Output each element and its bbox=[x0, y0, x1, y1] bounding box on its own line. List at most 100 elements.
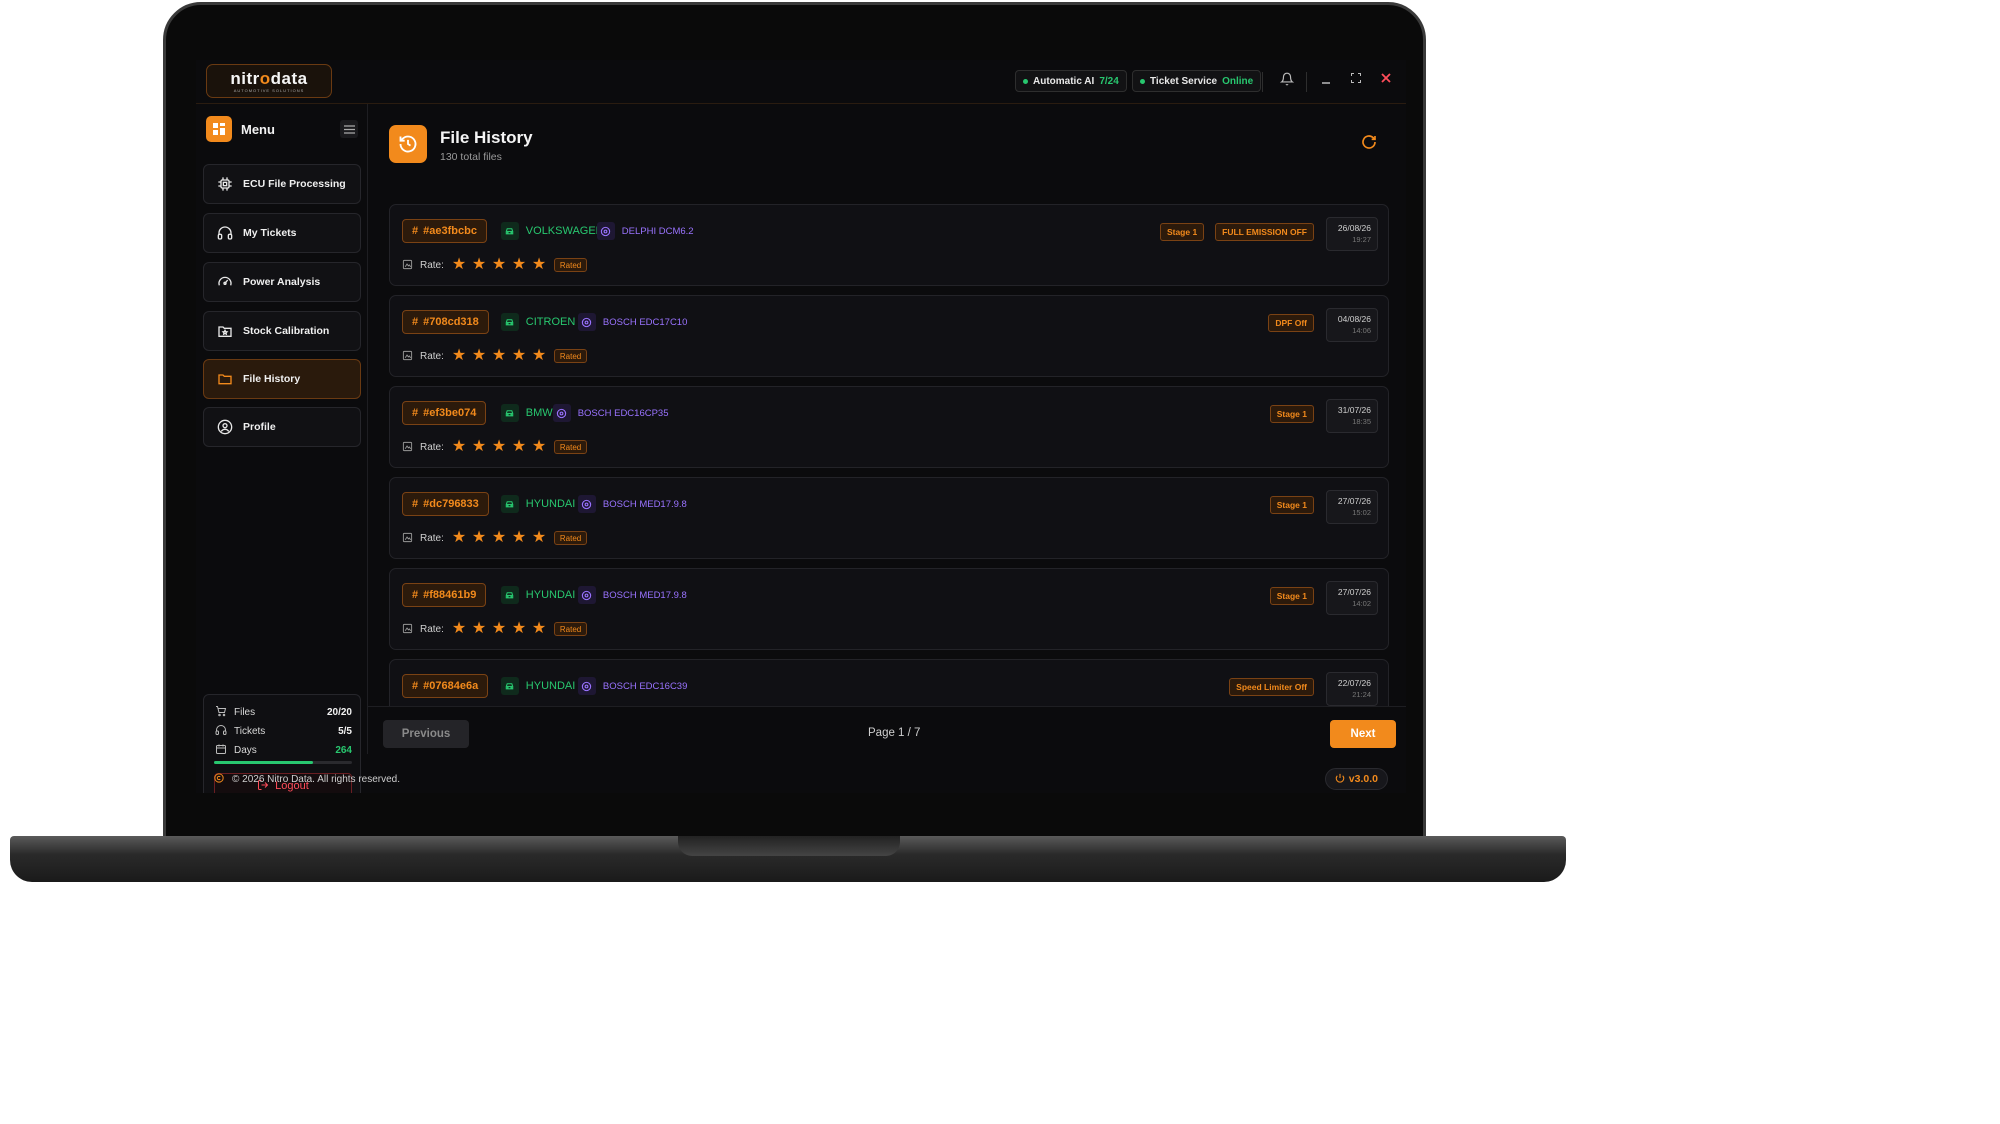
vehicle-brand: BMW bbox=[500, 403, 553, 423]
file-card[interactable]: # #ae3fbcbc VOLKSWAGEN DELPHI DCM6.2 FULL EM… bbox=[389, 204, 1389, 286]
star-icon[interactable]: ★ bbox=[512, 530, 528, 546]
app-logo: nitrodata AUTOMOTIVE SOLUTIONS bbox=[206, 64, 332, 98]
file-id-badge[interactable]: # #dc796833 bbox=[402, 492, 489, 516]
laptop-notch bbox=[678, 836, 900, 856]
refresh-icon[interactable] bbox=[1361, 134, 1379, 152]
ticket-service-value: Online bbox=[1222, 75, 1254, 87]
star-icon[interactable]: ★ bbox=[472, 439, 488, 455]
star-icon[interactable]: ★ bbox=[532, 530, 548, 546]
star-icon[interactable]: ★ bbox=[512, 348, 528, 364]
previous-button[interactable]: Previous bbox=[383, 720, 469, 748]
file-id-badge[interactable]: # #f88461b9 bbox=[402, 583, 487, 607]
page-subtitle: 130 total files bbox=[440, 151, 502, 163]
hamburger-icon[interactable] bbox=[340, 120, 358, 138]
file-id: #ae3fbcbc bbox=[423, 225, 477, 237]
file-date: 27/07/26 14:02 bbox=[1326, 581, 1378, 615]
nav-item-file-history[interactable]: File History bbox=[203, 359, 361, 399]
ai-status-pill: Automatic AI 7/24 bbox=[1015, 70, 1127, 92]
hash-icon: # bbox=[412, 498, 419, 510]
page-indicator: Page 1 / 7 bbox=[868, 727, 921, 739]
bell-icon[interactable] bbox=[1279, 72, 1295, 88]
file-id: #ef3be074 bbox=[423, 407, 477, 419]
rating-icon bbox=[402, 350, 414, 362]
star-icon[interactable]: ★ bbox=[492, 530, 508, 546]
file-card[interactable]: # #07684e6a HYUNDAI BOSCH EDC16C39 Speed Lim… bbox=[389, 659, 1389, 706]
hash-icon: # bbox=[412, 589, 419, 601]
brand-name: VOLKSWAGEN bbox=[525, 225, 604, 237]
copyright-icon bbox=[214, 773, 224, 786]
maximize-icon[interactable] bbox=[1348, 72, 1364, 88]
star-icon[interactable]: ★ bbox=[492, 621, 508, 637]
star-rating[interactable]: ★ ★ ★ ★ ★ bbox=[452, 348, 548, 364]
time-value: 21:24 bbox=[1352, 690, 1371, 699]
status-dot bbox=[1023, 78, 1028, 84]
nav-item-profile[interactable]: Profile bbox=[203, 407, 361, 447]
file-card[interactable]: # #f88461b9 HYUNDAI BOSCH MED17.9.8 Stage 1 2… bbox=[389, 568, 1389, 650]
vehicle-brand: HYUNDAI bbox=[500, 585, 575, 605]
file-card[interactable]: # #ef3be074 BMW BOSCH EDC16CP35 Stage 1 31/07… bbox=[389, 386, 1389, 468]
star-icon[interactable]: ★ bbox=[532, 348, 548, 364]
top-bar: nitrodata AUTOMOTIVE SOLUTIONS Automatic… bbox=[196, 60, 1406, 104]
footer: © 2026 Nitro Data. All rights reserved. … bbox=[196, 760, 1406, 793]
rating-icon bbox=[402, 623, 414, 635]
star-rating[interactable]: ★ ★ ★ ★ ★ bbox=[452, 439, 548, 455]
star-icon[interactable]: ★ bbox=[492, 257, 508, 273]
date-value: 04/08/26 bbox=[1337, 314, 1371, 324]
close-icon[interactable] bbox=[1378, 72, 1394, 88]
hash-icon: # bbox=[412, 680, 419, 692]
next-button[interactable]: Next bbox=[1330, 720, 1396, 748]
star-rating[interactable]: ★ ★ ★ ★ ★ bbox=[452, 257, 548, 273]
nav-item-ecu-file-processing[interactable]: ECU File Processing bbox=[203, 164, 361, 204]
file-id-badge[interactable]: # #ef3be074 bbox=[402, 401, 487, 425]
star-icon[interactable]: ★ bbox=[452, 439, 468, 455]
star-icon[interactable]: ★ bbox=[472, 530, 488, 546]
logo-text-part: o bbox=[259, 69, 271, 88]
file-id-badge[interactable]: # #708cd318 bbox=[402, 310, 489, 334]
file-id-badge[interactable]: # #ae3fbcbc bbox=[402, 219, 487, 243]
stat-value: 264 bbox=[335, 744, 352, 756]
star-icon[interactable]: ★ bbox=[492, 348, 508, 364]
star-icon[interactable]: ★ bbox=[472, 257, 488, 273]
ecu-name: BOSCH MED17.9.8 bbox=[602, 498, 687, 510]
star-icon[interactable]: ★ bbox=[452, 621, 468, 637]
star-icon[interactable]: ★ bbox=[452, 348, 468, 364]
rate-label: Rate: bbox=[420, 623, 444, 635]
hash-icon: # bbox=[412, 407, 419, 419]
star-icon[interactable]: ★ bbox=[532, 257, 548, 273]
star-icon[interactable]: ★ bbox=[512, 621, 528, 637]
star-rating[interactable]: ★ ★ ★ ★ ★ bbox=[452, 530, 548, 546]
star-icon[interactable]: ★ bbox=[452, 530, 468, 546]
star-icon[interactable]: ★ bbox=[492, 439, 508, 455]
star-icon[interactable]: ★ bbox=[472, 621, 488, 637]
headset-icon bbox=[214, 724, 228, 739]
copyright-text: © 2026 Nitro Data. All rights reserved. bbox=[232, 774, 400, 785]
star-icon[interactable]: ★ bbox=[532, 621, 548, 637]
nav-item-my-tickets[interactable]: My Tickets bbox=[203, 213, 361, 253]
menu-header: Menu bbox=[206, 116, 358, 142]
star-icon[interactable]: ★ bbox=[452, 257, 468, 273]
star-icon[interactable]: ★ bbox=[472, 348, 488, 364]
service-tag: Stage 1 bbox=[1269, 587, 1314, 605]
star-icon[interactable]: ★ bbox=[512, 439, 528, 455]
dashboard-icon bbox=[206, 116, 232, 142]
rated-badge: Rated bbox=[553, 258, 588, 272]
car-icon bbox=[500, 313, 519, 331]
pagination-bar: Previous Page 1 / 7 Next bbox=[368, 706, 1406, 756]
star-icon[interactable]: ★ bbox=[512, 257, 528, 273]
history-icon bbox=[389, 125, 427, 163]
time-value: 19:27 bbox=[1352, 235, 1371, 244]
headset-icon bbox=[216, 225, 233, 242]
file-id-badge[interactable]: # #07684e6a bbox=[402, 674, 489, 698]
stat-label: Tickets bbox=[234, 725, 266, 737]
file-card[interactable]: # #dc796833 HYUNDAI BOSCH MED17.9.8 Stage 1 2… bbox=[389, 477, 1389, 559]
ecu-icon bbox=[596, 222, 615, 240]
star-rating[interactable]: ★ ★ ★ ★ ★ bbox=[452, 621, 548, 637]
nav-item-power-analysis[interactable]: Power Analysis bbox=[203, 262, 361, 302]
star-icon[interactable]: ★ bbox=[532, 439, 548, 455]
minimize-icon[interactable] bbox=[1318, 72, 1334, 88]
rating-row: Rate: ★ ★ ★ ★ ★ Rated bbox=[402, 347, 588, 365]
file-date: 27/07/26 15:02 bbox=[1326, 490, 1378, 524]
service-tag: Stage 1 bbox=[1269, 405, 1314, 423]
nav-item-stock-calibration[interactable]: Stock Calibration bbox=[203, 311, 361, 351]
file-card[interactable]: # #708cd318 CITROEN BOSCH EDC17C10 DPF Off 04… bbox=[389, 295, 1389, 377]
